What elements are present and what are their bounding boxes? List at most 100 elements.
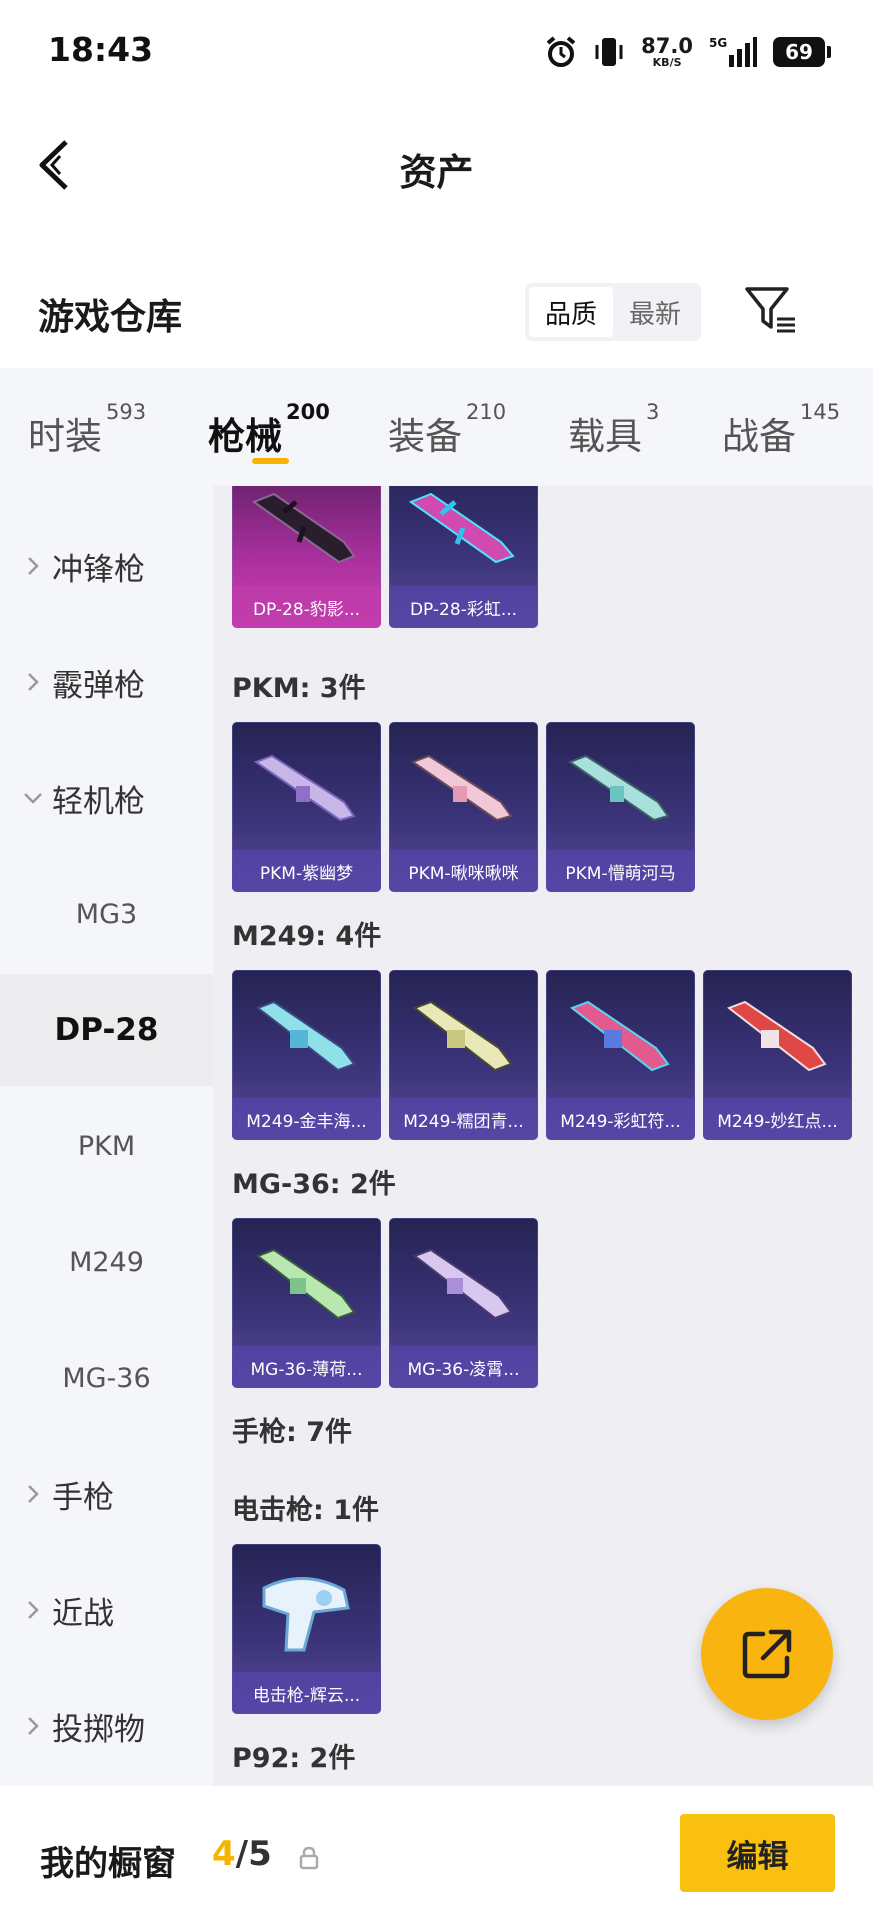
sidebar-item-label: 近战: [52, 1595, 114, 1632]
tab-label: 时装: [28, 415, 102, 458]
gun-image: [410, 754, 513, 822]
section-label-taser: 电击枪: 1件: [232, 1495, 379, 1526]
tab-equipment[interactable]: 装备210: [388, 400, 506, 460]
tab-label: 战备: [722, 415, 796, 458]
tab-fashion[interactable]: 时装593: [28, 400, 146, 460]
signal-icon: 5G: [709, 36, 757, 67]
chevron-right-icon: [28, 557, 39, 575]
tab-count: 200: [286, 400, 330, 424]
gun-image: [726, 1000, 827, 1072]
gun-image: [255, 1248, 356, 1320]
section-label-mg36: MG-36: 2件: [232, 1169, 396, 1200]
item-card[interactable]: M249-糯团青...: [389, 970, 538, 1140]
speed-value: 87.0: [641, 34, 693, 58]
tab-firearms[interactable]: 枪械200: [208, 400, 330, 460]
showcase-count: 4/5: [212, 1834, 272, 1874]
gun-image: [255, 1000, 356, 1072]
vibrate-icon: [595, 38, 623, 66]
sidebar-item-label: 冲锋枪: [52, 551, 145, 588]
tab-label: 装备: [388, 415, 462, 458]
sidebar-item-m249[interactable]: M249: [0, 1206, 213, 1318]
item-name: M249-金丰海...: [246, 1112, 367, 1132]
section-label-pkm: PKM: 3件: [232, 673, 366, 704]
filter-button[interactable]: [743, 285, 799, 335]
item-name: MG-36-薄荷...: [250, 1360, 363, 1380]
speed-unit: KB/S: [652, 56, 682, 69]
share-showcase-button[interactable]: [701, 1588, 833, 1720]
chevron-right-icon: [28, 1485, 39, 1503]
item-card[interactable]: DP-28-彩虹...: [389, 486, 538, 628]
item-card[interactable]: 电击枪-辉云...: [232, 1544, 381, 1714]
weapon-type-sidebar: 冲锋枪 霰弹枪 轻机枪 MG3 DP-28 PKM M249 MG-36 手枪 …: [0, 486, 213, 1786]
sidebar-item-throwables[interactable]: 投掷物: [0, 1670, 213, 1782]
sidebar-item-pistol[interactable]: 手枪: [0, 1438, 213, 1550]
item-name: PKM-懵萌河马: [565, 864, 676, 884]
sort-newest-button[interactable]: 最新: [613, 287, 697, 337]
gun-image: [412, 1000, 513, 1072]
chevron-right-icon: [28, 1601, 39, 1619]
item-card[interactable]: PKM-啾咪啾咪: [389, 722, 538, 892]
gun-image: [567, 754, 670, 822]
item-card[interactable]: 5级 DP-28-豹影...: [232, 486, 381, 628]
sidebar-item-mg3[interactable]: MG3: [0, 858, 213, 970]
item-card[interactable]: PKM-紫幽梦: [232, 722, 381, 892]
sidebar-item-shotgun[interactable]: 霰弹枪: [0, 626, 213, 738]
edit-button[interactable]: 编辑: [680, 1814, 835, 1892]
item-card[interactable]: MG-36-凌霄...: [389, 1218, 538, 1388]
sidebar-item-pkm[interactable]: PKM: [0, 1090, 213, 1202]
gun-image: [253, 754, 356, 822]
item-name: PKM-啾咪啾咪: [408, 864, 519, 884]
item-name: M249-彩虹符...: [560, 1112, 681, 1132]
section-label-pistol: 手枪: 7件: [232, 1417, 352, 1448]
gun-image: [251, 492, 356, 564]
chevron-right-icon: [28, 673, 39, 691]
sidebar-item-lmg[interactable]: 轻机枪: [0, 742, 213, 854]
bottom-bar: 我的橱窗 4/5 编辑: [0, 1786, 873, 1920]
tab-label: 载具: [568, 415, 642, 458]
filter-icon: [745, 287, 795, 333]
item-card[interactable]: M249-金丰海...: [232, 970, 381, 1140]
sidebar-item-mg36[interactable]: MG-36: [0, 1322, 213, 1434]
sidebar-item-label: 霰弹枪: [52, 667, 145, 704]
tab-count: 145: [800, 400, 841, 424]
share-edit-icon: [742, 1629, 792, 1679]
status-icons: 87.0 KB/S 5G 69: [545, 30, 831, 74]
item-name: 电击枪-辉云...: [252, 1686, 361, 1706]
active-tab-indicator: [252, 458, 289, 464]
item-card[interactable]: MG-36-薄荷...: [232, 1218, 381, 1388]
tab-count: 3: [646, 400, 660, 424]
gun-image: [569, 1000, 670, 1072]
gun-image: [412, 1248, 513, 1320]
network-speed: 87.0 KB/S: [641, 34, 693, 69]
battery-indicator: 69: [773, 37, 831, 67]
page-title: 资产: [399, 151, 474, 194]
item-name: M249-糯团青...: [403, 1112, 524, 1132]
status-bar: 18:43 87.0 KB/S 5G 69: [0, 0, 873, 105]
sidebar-item-melee[interactable]: 近战: [0, 1554, 213, 1666]
chevron-right-icon: [28, 1717, 39, 1735]
section-label-p92: P92: 2件: [232, 1743, 356, 1774]
showcase-label: 我的橱窗: [40, 1844, 176, 1884]
warehouse-title: 游戏仓库: [38, 297, 183, 338]
sidebar-item-smg[interactable]: 冲锋枪: [0, 510, 213, 622]
sort-toggle: 品质 最新: [525, 283, 701, 341]
tab-vehicles[interactable]: 载具3: [568, 400, 659, 460]
item-name: M249-妙红点...: [717, 1112, 838, 1132]
item-card[interactable]: M249-妙红点...: [703, 970, 852, 1140]
section-label-m249: M249: 4件: [232, 921, 382, 952]
status-time: 18:43: [48, 30, 154, 69]
sidebar-item-label: 手枪: [52, 1479, 114, 1516]
showcase-total: 5: [248, 1834, 272, 1874]
item-card[interactable]: M249-彩虹符...: [546, 970, 695, 1140]
item-card[interactable]: PKM-懵萌河马: [546, 722, 695, 892]
sidebar-item-dp28[interactable]: DP-28: [0, 974, 213, 1086]
item-name: MG-36-凌霄...: [407, 1360, 520, 1380]
tab-gear[interactable]: 战备145: [722, 400, 840, 460]
chevron-down-icon: [24, 793, 42, 804]
item-name: DP-28-彩虹...: [409, 600, 518, 620]
svg-text:5G: 5G: [709, 36, 727, 50]
gun-image: [262, 1577, 350, 1652]
alarm-icon: [546, 36, 576, 67]
sort-quality-button[interactable]: 品质: [529, 287, 613, 337]
showcase-current: 4: [212, 1834, 236, 1874]
